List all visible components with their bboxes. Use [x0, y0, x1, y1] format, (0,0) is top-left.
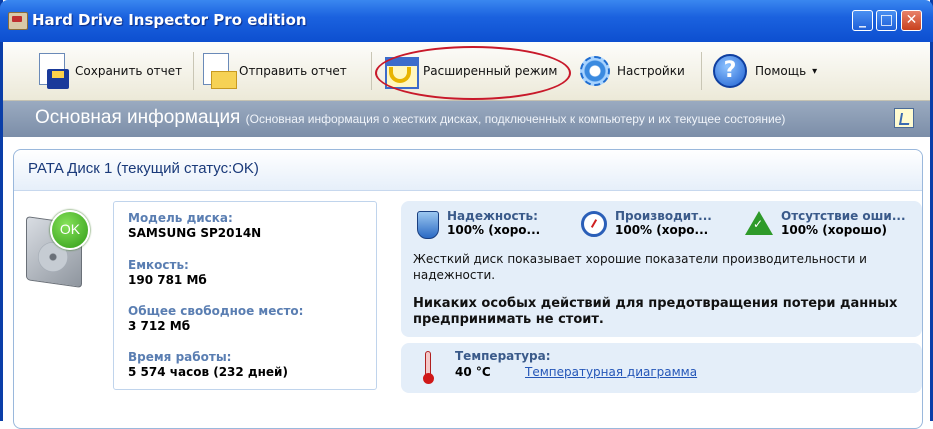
hard-drive-icon: OK	[26, 210, 92, 288]
errors-value: 100% (хорошо)	[781, 223, 888, 237]
disk-free-space: Общее свободное место: 3 712 Мб	[128, 304, 303, 333]
app-window: Hard Drive Inspector Pro edition _ □ ✕ С…	[0, 0, 933, 429]
save-report-label: Сохранить отчет	[75, 64, 183, 78]
disk-capacity-value: 190 781 Мб	[128, 273, 207, 287]
app-icon	[8, 12, 28, 30]
temperature-chart-link[interactable]: Температурная диаграмма	[525, 365, 697, 379]
errors-label: Отсутствие оши...	[781, 209, 906, 223]
gauge-icon	[581, 211, 607, 237]
reliability-value: 100% (хоро...	[447, 223, 541, 237]
help-label: Помощь	[755, 64, 807, 78]
disk-uptime-value: 5 574 часов (232 дней)	[128, 365, 288, 379]
errors-metric[interactable]: Отсутствие оши... 100% (хорошо)	[745, 209, 906, 237]
gear-icon	[577, 53, 613, 89]
disk-free-label: Общее свободное место:	[128, 304, 304, 318]
health-status-box: Надежность: 100% (хоро... Производит... …	[401, 201, 922, 337]
disk-model: Модель диска: SAMSUNG SP2014N	[128, 211, 261, 240]
toolbar: Сохранить отчет Отправить отчет Расширен…	[3, 42, 930, 101]
section-title: Основная информация (Основная информация…	[35, 107, 785, 129]
thermometer-icon	[423, 351, 434, 385]
performance-value: 100% (хоро...	[615, 223, 709, 237]
disk-model-value: SAMSUNG SP2014N	[128, 226, 262, 240]
settings-label: Настройки	[617, 64, 685, 78]
maximize-button[interactable]: □	[876, 10, 897, 31]
advanced-mode-icon	[383, 53, 419, 89]
advanced-mode-label: Расширенный режим	[423, 64, 558, 78]
send-report-button[interactable]: Отправить отчет	[199, 50, 347, 92]
disk-panel-header[interactable]: PATA Диск 1 (текущий статус:OK)	[14, 150, 922, 191]
status-summary: Жесткий диск показывает хорошие показате…	[413, 252, 867, 282]
reliability-label: Надежность:	[447, 209, 538, 223]
disk-model-label: Модель диска:	[128, 211, 233, 225]
save-report-button[interactable]: Сохранить отчет	[35, 50, 182, 92]
toolbar-divider	[193, 52, 194, 90]
help-icon: ?	[713, 54, 747, 88]
section-header: Основная информация (Основная информация…	[3, 101, 930, 137]
disk-capacity: Емкость: 190 781 Мб	[128, 258, 207, 287]
disk-status-title: PATA Диск 1 (текущий статус:OK)	[28, 160, 259, 177]
temperature-value: 40 °C	[455, 365, 491, 379]
temperature-label: Температура:	[455, 349, 551, 363]
toolbar-divider	[371, 52, 372, 90]
disk-uptime-label: Время работы:	[128, 350, 232, 364]
toolbar-divider	[701, 52, 702, 90]
disk-free-value: 3 712 Мб	[128, 319, 191, 333]
check-triangle-icon	[745, 211, 773, 237]
performance-label: Производит...	[615, 209, 712, 223]
status-advice: Никаких особых действий для предотвращен…	[413, 296, 898, 327]
close-button[interactable]: ✕	[901, 10, 922, 31]
help-button[interactable]: ? Помощь ▾	[713, 50, 817, 92]
ok-status-badge: OK	[50, 210, 90, 250]
save-report-icon	[35, 53, 71, 89]
settings-button[interactable]: Настройки	[577, 50, 685, 92]
disk-uptime: Время работы: 5 574 часов (232 дней)	[128, 350, 288, 379]
title-bar[interactable]: Hard Drive Inspector Pro edition _ □ ✕	[0, 0, 933, 42]
shield-icon	[415, 211, 439, 239]
temperature-box: Температура: 40 °C Температурная диаграм…	[401, 343, 922, 393]
advanced-mode-button[interactable]: Расширенный режим	[383, 50, 557, 92]
window-title: Hard Drive Inspector Pro edition	[32, 11, 307, 29]
send-report-label: Отправить отчет	[239, 64, 347, 78]
chevron-down-icon[interactable]: ▾	[812, 66, 817, 77]
section-title-text: Основная информация	[35, 107, 241, 128]
performance-metric[interactable]: Производит... 100% (хоро...	[581, 209, 712, 237]
disk-capacity-label: Емкость:	[128, 258, 189, 272]
section-description: (Основная информация о жестких дисках, п…	[245, 112, 786, 126]
edit-note-icon[interactable]	[894, 108, 914, 128]
send-report-icon	[199, 53, 237, 89]
reliability-metric[interactable]: Надежность: 100% (хоро...	[415, 209, 540, 239]
minimize-button[interactable]: _	[852, 10, 873, 31]
disk-info-box: Модель диска: SAMSUNG SP2014N Емкость: 1…	[113, 201, 377, 390]
